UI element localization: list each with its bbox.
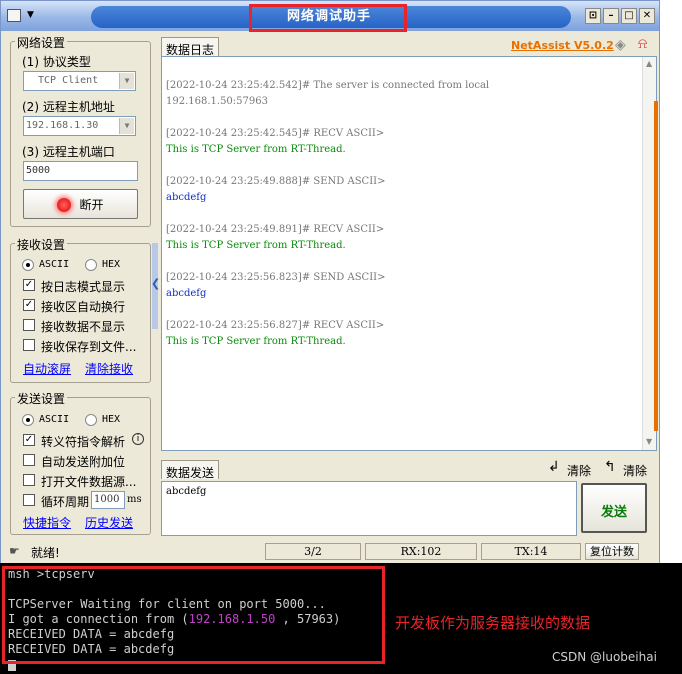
loop-period-checkbox[interactable] xyxy=(23,494,35,506)
reset-count-button[interactable]: 复位计数 xyxy=(585,543,639,560)
title-highlight-box xyxy=(249,4,407,32)
count-field: 3/2 xyxy=(265,543,361,560)
log-line: [2022-10-24 23:25:56.823]# SEND ASCII> xyxy=(166,272,386,283)
data-log-area[interactable]: [2022-10-24 23:25:42.542]# The server is… xyxy=(161,56,657,451)
diamond-icon[interactable]: ◈ xyxy=(615,37,626,53)
protocol-select[interactable]: TCP Client ▼ xyxy=(23,71,136,91)
log-tab-label: 数据日志 xyxy=(166,43,215,57)
collapse-arrow-icon[interactable]: ❮ xyxy=(151,277,160,290)
window-gap xyxy=(660,0,682,563)
port-input[interactable]: 5000 xyxy=(23,161,138,181)
recv-hide-label: 接收数据不显示 xyxy=(41,320,126,334)
log-line: [2022-10-24 23:25:56.827]# RECV ASCII> xyxy=(166,320,385,331)
recv-log-mode-label: 按日志模式显示 xyxy=(41,280,126,294)
pin-icon[interactable]: ⊡ xyxy=(585,8,601,24)
escape-parse-checkbox[interactable]: ✓ xyxy=(23,434,35,446)
send-hex-radio[interactable] xyxy=(85,414,97,426)
connection-status-icon xyxy=(57,197,72,212)
file-source-checkbox[interactable] xyxy=(23,474,35,486)
info-icon[interactable]: i xyxy=(132,433,144,445)
clear-send-button[interactable]: 清除 xyxy=(567,462,591,479)
recv-log-mode-checkbox[interactable]: ✓ xyxy=(23,279,35,291)
log-line: [2022-10-24 23:25:42.545]# RECV ASCII> xyxy=(166,128,385,139)
log-line: [2022-10-24 23:25:49.891]# RECV ASCII> xyxy=(166,224,385,235)
disconnect-button[interactable]: 断开 xyxy=(23,189,138,219)
escape-parse-label: 转义符指令解析 xyxy=(41,435,126,449)
window-controls: ⊡ – □ ✕ xyxy=(585,8,655,24)
file-source-label: 打开文件数据源... xyxy=(41,475,137,489)
send-ascii-radio[interactable] xyxy=(22,414,34,426)
ready-icon: ☛ xyxy=(9,544,20,558)
send-input[interactable]: abcdefg xyxy=(161,481,577,536)
log-line: abcdefg xyxy=(166,288,207,299)
chevron-down-icon[interactable]: ▼ xyxy=(119,73,134,89)
protocol-value: TCP Client xyxy=(38,75,99,86)
clear-count-button[interactable]: 清除 xyxy=(623,462,647,479)
annotation-note: 开发板作为服务器接收的数据 xyxy=(395,614,591,632)
tx-counter: TX:14 xyxy=(481,543,581,560)
chevron-down-icon[interactable]: ▼ xyxy=(119,118,134,134)
shortcut-link[interactable]: 快捷指令 xyxy=(23,514,71,531)
recv-save-file-checkbox[interactable] xyxy=(23,339,35,351)
send-button[interactable]: 发送 xyxy=(581,483,647,533)
minimize-button[interactable]: – xyxy=(603,8,619,24)
send-settings-label: 发送设置 xyxy=(15,390,68,407)
protocol-label: (1) 协议类型 xyxy=(22,55,91,69)
terminal-highlight-box xyxy=(2,566,385,664)
tab-data-send[interactable]: 数据发送 xyxy=(161,460,219,480)
send-hex-label: HEX xyxy=(102,414,121,425)
log-line: 192.168.1.50:57963 xyxy=(166,96,268,107)
scroll-down-icon[interactable]: ▼ xyxy=(646,437,652,446)
log-line: [2022-10-24 23:25:42.542]# The server is… xyxy=(166,80,490,91)
clear-count-icon[interactable]: ↰ xyxy=(604,459,616,475)
log-line: abcdefg xyxy=(166,192,207,203)
net-settings-label: 网络设置 xyxy=(15,34,68,51)
log-line: [2022-10-24 23:25:49.888]# SEND ASCII> xyxy=(166,176,386,187)
send-tab-label: 数据发送 xyxy=(166,466,215,480)
send-button-label: 发送 xyxy=(600,505,627,520)
host-value: 192.168.1.30 xyxy=(26,120,99,131)
log-line: This is TCP Server from RT-Thread. xyxy=(166,144,346,155)
recv-hide-checkbox[interactable] xyxy=(23,319,35,331)
period-input[interactable]: 1000 xyxy=(91,491,125,509)
recv-hex-label: HEX xyxy=(102,259,121,270)
period-unit: ms xyxy=(127,494,142,505)
rx-counter: RX:102 xyxy=(365,543,477,560)
maximize-button[interactable]: □ xyxy=(621,8,637,24)
host-label: (2) 远程主机地址 xyxy=(22,100,115,114)
auto-append-label: 自动发送附加位 xyxy=(41,455,126,469)
loop-period-label: 循环周期 xyxy=(41,495,90,509)
clear-send-icon[interactable]: ↲ xyxy=(548,459,560,475)
brand-label[interactable]: NetAssist V5.0.2 xyxy=(511,39,614,52)
log-line: This is TCP Server from RT-Thread. xyxy=(166,336,346,347)
log-line: This is TCP Server from RT-Thread. xyxy=(166,240,346,251)
send-ascii-label: ASCII xyxy=(39,414,70,425)
recv-ascii-radio[interactable] xyxy=(22,259,34,271)
app-icon[interactable] xyxy=(7,9,21,22)
recv-auto-wrap-label: 接收区自动换行 xyxy=(41,300,126,314)
close-button[interactable]: ✕ xyxy=(639,8,655,24)
recv-hex-radio[interactable] xyxy=(85,259,97,271)
netassist-window: ▼ 网络调试助手 ⊡ – □ ✕ 网络设置 (1) 协议类型 TCP Clien… xyxy=(0,0,660,563)
recv-save-file-label: 接收保存到文件... xyxy=(41,340,137,354)
alarm-icon[interactable]: ⍾ xyxy=(638,36,647,52)
recv-auto-wrap-checkbox[interactable]: ✓ xyxy=(23,299,35,311)
scroll-up-icon[interactable]: ▲ xyxy=(646,59,652,68)
clear-recv-link[interactable]: 清除接收 xyxy=(85,360,133,377)
auto-append-checkbox[interactable] xyxy=(23,454,35,466)
auto-scroll-link[interactable]: 自动滚屏 xyxy=(23,360,71,377)
recv-settings-label: 接收设置 xyxy=(15,236,68,253)
recv-ascii-label: ASCII xyxy=(39,259,70,270)
host-select[interactable]: 192.168.1.30 ▼ xyxy=(23,116,136,136)
port-label: (3) 远程主机端口 xyxy=(22,145,115,159)
watermark: CSDN @luobeihai xyxy=(552,650,657,664)
tab-data-log[interactable]: 数据日志 xyxy=(161,37,219,57)
status-bar: ☛ 就绪! 3/2 RX:102 TX:14 复位计数 xyxy=(1,541,659,563)
history-link[interactable]: 历史发送 xyxy=(85,514,133,531)
disconnect-label: 断开 xyxy=(79,198,104,212)
system-menu-arrow-icon[interactable]: ▼ xyxy=(27,10,34,20)
right-edge-bar xyxy=(654,101,658,431)
ready-text: 就绪! xyxy=(31,546,60,560)
